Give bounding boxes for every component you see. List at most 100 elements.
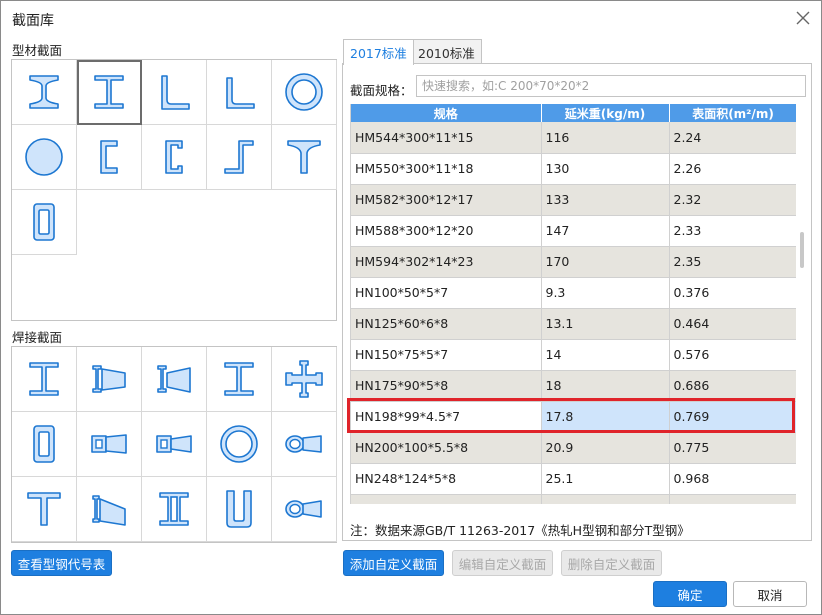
i-beam-section-icon <box>29 75 59 109</box>
cell-spec: HN250*125*6*9 <box>351 494 542 504</box>
cell-weight: 18 <box>541 370 670 402</box>
tab-2017-standard[interactable]: 2017标准 <box>343 39 414 65</box>
cell-surface-area: 2.35 <box>669 246 796 278</box>
section-cell[interactable] <box>12 125 77 190</box>
table-row[interactable]: HM550*300*11*18 130 2.26 <box>351 153 796 185</box>
cell-spec: HN125*60*6*8 <box>351 308 542 340</box>
cell-weight: 20.9 <box>541 432 670 464</box>
column-header-weight[interactable]: 延米重(kg/m) <box>541 104 670 122</box>
cell-weight: 29 <box>541 494 670 504</box>
cross-section-icon <box>285 360 323 398</box>
h-beam-section-icon <box>94 75 124 109</box>
cell-spec: HM594*302*14*23 <box>351 246 542 278</box>
section-cell[interactable] <box>142 60 207 125</box>
table-row[interactable]: HN175*90*5*8 18 0.686 <box>351 370 796 402</box>
table-scrollbar[interactable] <box>798 104 806 504</box>
section-cell[interactable] <box>207 412 272 477</box>
scroll-thumb[interactable] <box>800 232 804 268</box>
tapered-box-reverse-section-icon <box>156 435 192 453</box>
cell-spec: HM544*300*11*15 <box>351 122 542 154</box>
table-row[interactable]: HN200*100*5.5*8 20.9 0.775 <box>351 432 796 464</box>
cell-surface-area: 2.32 <box>669 184 796 216</box>
cell-spec: HM582*300*12*17 <box>351 184 542 216</box>
tapered-pipe-section-icon <box>285 435 322 453</box>
section-cell[interactable] <box>12 60 77 125</box>
ok-button[interactable]: 确定 <box>653 581 727 607</box>
column-header-surface-area[interactable]: 表面积(m²/m) <box>669 104 796 122</box>
section-cell[interactable] <box>77 125 142 190</box>
cell-weight: 130 <box>541 153 670 185</box>
section-cell[interactable] <box>142 125 207 190</box>
section-cell[interactable] <box>77 477 142 542</box>
section-cell[interactable] <box>142 412 207 477</box>
table-row[interactable]: HM594*302*14*23 170 2.35 <box>351 246 796 278</box>
cell-surface-area: 0.576 <box>669 339 796 371</box>
add-custom-section-button[interactable]: 添加自定义截面 <box>343 550 444 576</box>
section-cell[interactable] <box>12 412 77 477</box>
equal-angle-section-icon <box>161 75 190 110</box>
cell-spec: HN175*90*5*8 <box>351 370 542 402</box>
tapered-i-reverse-section-icon <box>157 365 191 393</box>
welded-section-grid <box>11 346 337 543</box>
cell-spec: HN200*100*5.5*8 <box>351 432 542 464</box>
search-input[interactable] <box>416 75 806 97</box>
cancel-button[interactable]: 取消 <box>733 581 807 607</box>
close-icon[interactable] <box>796 11 810 25</box>
table-row[interactable]: HM582*300*12*17 133 2.32 <box>351 184 796 216</box>
cell-spec: HN198*99*4.5*7 <box>351 401 542 433</box>
cell-weight: 25.1 <box>541 463 670 495</box>
view-steel-code-button[interactable]: 查看型钢代号表 <box>11 550 112 576</box>
table-row[interactable]: HM588*300*12*20 147 2.33 <box>351 215 796 247</box>
table-row[interactable]: HN250*125*6*9290.974 <box>351 494 796 504</box>
delete-custom-section-button[interactable]: 删除自定义截面 <box>561 550 662 576</box>
unequal-angle-section-icon <box>226 77 255 109</box>
section-cell[interactable] <box>142 477 207 542</box>
cell-surface-area: 0.376 <box>669 277 796 309</box>
section-cell[interactable] <box>77 412 142 477</box>
section-cell[interactable] <box>207 477 272 542</box>
section-cell[interactable] <box>272 125 337 190</box>
section-cell[interactable] <box>272 412 337 477</box>
section-cell[interactable] <box>77 60 142 125</box>
cell-surface-area: 0.775 <box>669 432 796 464</box>
section-cell[interactable] <box>142 347 207 412</box>
cell-spec: HM588*300*12*20 <box>351 215 542 247</box>
section-cell[interactable] <box>12 190 77 255</box>
table-row[interactable]: HN248*124*5*8 25.1 0.968 <box>351 463 796 495</box>
section-cell[interactable] <box>12 347 77 412</box>
cell-surface-area: 2.26 <box>669 153 796 185</box>
tapered-box-section-icon <box>91 434 127 454</box>
column-header-spec[interactable]: 规格 <box>351 104 542 122</box>
section-cell[interactable] <box>12 477 77 542</box>
welded-section-label: 焊接截面 <box>12 330 63 345</box>
cell-weight: 116 <box>541 122 670 154</box>
section-cell[interactable] <box>207 347 272 412</box>
rect-tube-section-icon <box>33 203 55 241</box>
lipped-channel-section-icon <box>165 140 183 174</box>
cell-weight: 17.8 <box>541 401 670 433</box>
edit-custom-section-button[interactable]: 编辑自定义截面 <box>452 550 553 576</box>
table-row[interactable]: HN100*50*5*7 9.3 0.376 <box>351 277 796 309</box>
cell-spec: HN248*124*5*8 <box>351 463 542 495</box>
cell-surface-area: 0.968 <box>669 463 796 495</box>
cell-surface-area: 2.33 <box>669 215 796 247</box>
search-label: 截面规格： <box>350 83 413 98</box>
cell-surface-area: 2.24 <box>669 122 796 154</box>
tapered-ellipse-section-icon <box>285 500 322 518</box>
table-row[interactable]: HN150*75*5*7 14 0.576 <box>351 339 796 371</box>
table-row[interactable]: HN125*60*6*8 13.1 0.464 <box>351 308 796 340</box>
section-cell[interactable] <box>272 477 337 542</box>
section-cell[interactable] <box>272 60 337 125</box>
profile-section-label: 型材截面 <box>12 43 63 58</box>
section-cell[interactable] <box>272 347 337 412</box>
tab-2010-standard[interactable]: 2010标准 <box>411 39 482 64</box>
table-row[interactable]: HM544*300*11*15 116 2.24 <box>351 122 796 154</box>
table-row[interactable]: HN198*99*4.5*7 17.8 0.769 <box>351 401 796 433</box>
cell-weight: 133 <box>541 184 670 216</box>
section-cell[interactable] <box>77 347 142 412</box>
tapered-i-section-icon <box>92 365 126 393</box>
section-cell[interactable] <box>207 60 272 125</box>
cell-weight: 14 <box>541 339 670 371</box>
cell-surface-area: 0.974 <box>669 494 796 504</box>
section-cell[interactable] <box>207 125 272 190</box>
